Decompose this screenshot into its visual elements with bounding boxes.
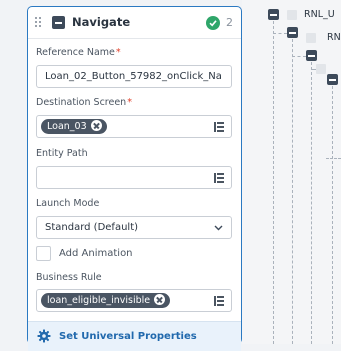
flow-canvas: RNL_U RN <box>242 0 341 344</box>
node-checkbox[interactable] <box>316 64 326 74</box>
panel-header: Navigate 2 <box>28 7 241 39</box>
destination-screen-label: Destination Screen* <box>36 97 132 108</box>
set-universal-properties-label: Set Universal Properties <box>59 331 197 342</box>
node-checkbox[interactable] <box>287 10 297 20</box>
collapse-icon[interactable] <box>268 9 279 20</box>
add-animation-checkbox[interactable] <box>36 246 51 261</box>
list-icon[interactable] <box>214 296 224 306</box>
check-circle-icon <box>206 16 220 30</box>
reference-name-label: Reference Name* <box>36 47 121 58</box>
close-icon[interactable] <box>90 120 102 131</box>
tree-node-label: RN <box>327 32 341 43</box>
gear-icon <box>37 329 51 343</box>
navigate-action-panel: Navigate 2 Reference Name* Loan_02_Butto… <box>27 6 242 351</box>
destination-screen-field[interactable]: Loan_03 <box>36 115 232 138</box>
business-rule-chip: loan_eligible_invisible <box>41 293 171 308</box>
business-rule-field[interactable]: loan_eligible_invisible <box>36 289 232 312</box>
launch-mode-select[interactable]: Standard (Default) <box>36 216 232 239</box>
close-icon[interactable] <box>154 294 166 305</box>
node-checkbox[interactable] <box>306 33 316 43</box>
collapse-icon[interactable] <box>327 74 338 85</box>
entity-path-label: Entity Path <box>36 148 88 159</box>
collapse-icon[interactable] <box>306 50 317 61</box>
list-icon[interactable] <box>214 173 224 183</box>
business-rule-label: Business Rule <box>36 272 102 283</box>
collapse-icon[interactable] <box>52 16 65 29</box>
chevron-down-icon <box>214 225 223 231</box>
launch-mode-value: Standard (Default) <box>45 222 139 233</box>
reference-name-input[interactable]: Loan_02_Button_57982_onClick_Na <box>36 65 232 88</box>
list-icon[interactable] <box>214 122 224 132</box>
set-universal-properties-button[interactable]: Set Universal Properties <box>28 321 241 351</box>
destination-screen-chip: Loan_03 <box>41 119 107 134</box>
count-badge: 2 <box>226 16 233 29</box>
add-animation-label: Add Animation <box>59 248 133 259</box>
launch-mode-label: Launch Mode <box>36 198 100 209</box>
collapse-icon[interactable] <box>287 27 298 38</box>
tree-node-label: RNL_U <box>304 9 335 20</box>
entity-path-field[interactable] <box>36 166 232 189</box>
reference-name-value: Loan_02_Button_57982_onClick_Na <box>45 71 222 82</box>
drag-handle-icon[interactable] <box>35 17 43 29</box>
panel-title: Navigate <box>72 15 131 29</box>
